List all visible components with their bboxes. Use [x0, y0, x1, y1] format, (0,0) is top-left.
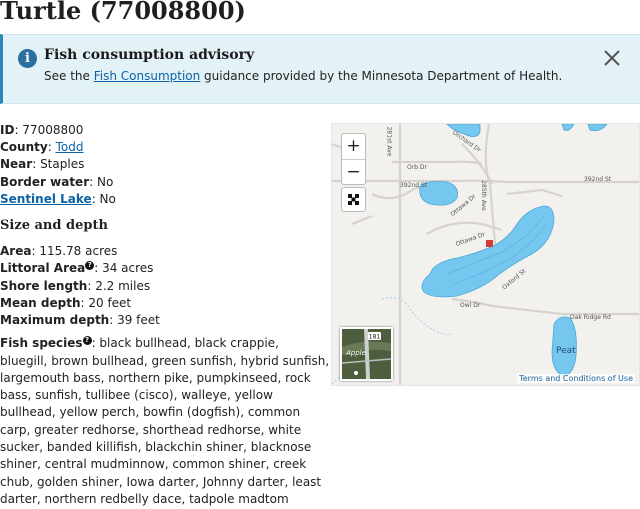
- shore-row: Shore length: 2.2 miles: [0, 278, 151, 293]
- zoom-out-button[interactable]: −: [342, 159, 365, 184]
- fish-consumption-link[interactable]: Fish Consumption: [94, 69, 201, 83]
- map-label-peat: Peat: [556, 346, 576, 356]
- area-row: Area: 115.78 acres: [0, 244, 118, 259]
- zoom-in-button[interactable]: +: [342, 134, 365, 159]
- littoral-value: 34 acres: [102, 261, 154, 276]
- zoom-controls: + −: [341, 133, 366, 185]
- mean-depth-row: Mean depth: 20 feet: [0, 295, 132, 310]
- satellite-thumbnail: 181 Apple: [341, 329, 392, 379]
- fullscreen-icon: [348, 194, 359, 205]
- max-depth-value: 39 feet: [117, 313, 160, 328]
- fish-species-label: Fish species: [0, 336, 83, 351]
- info-icon: i: [18, 49, 37, 68]
- advisory-text-before: See the: [44, 69, 94, 83]
- mean-depth-label: Mean depth: [0, 295, 81, 310]
- border-label: Border water: [0, 174, 90, 189]
- sentinel-lake-link[interactable]: Sentinel Lake: [0, 192, 92, 206]
- satellite-toggle[interactable]: 181 Apple: [340, 327, 393, 381]
- county-label: County: [0, 140, 48, 155]
- fullscreen-button[interactable]: [341, 187, 366, 212]
- shore-value: 2.2 miles: [95, 278, 151, 293]
- littoral-label: Littoral Area: [0, 261, 86, 276]
- border-value: No: [96, 174, 114, 189]
- map-label-285th: 285th Ave: [479, 180, 487, 211]
- help-icon[interactable]: ?: [85, 261, 95, 271]
- sentinel-row: Sentinel Lake: No: [0, 191, 116, 206]
- max-depth-row: Maximum depth: 39 feet: [0, 313, 160, 328]
- map-label-392nd-right: 392nd St: [584, 176, 612, 183]
- map-label-oak-ridge: Oak Ridge Rd: [570, 314, 611, 321]
- road-badge: 181: [369, 334, 381, 341]
- advisory-text-after: guidance provided by the Minnesota Depar…: [200, 69, 563, 83]
- close-icon[interactable]: [602, 48, 622, 68]
- thumb-label: Apple: [345, 349, 366, 357]
- littoral-row: Littoral Area?: 34 acres: [0, 261, 154, 276]
- fish-species: Fish species?: black bullhead, black cra…: [0, 336, 330, 506]
- county-link[interactable]: Todd: [56, 140, 84, 154]
- id-row: ID: 77008800: [0, 123, 84, 137]
- terms-link[interactable]: Terms and Conditions of Use: [517, 374, 635, 383]
- shore-label: Shore length: [0, 278, 88, 293]
- size-depth-heading: Size and depth: [0, 218, 108, 234]
- sentinel-value: No: [99, 191, 116, 206]
- near-row: Near: Staples: [0, 157, 85, 172]
- map-label-orb: Orb Dr: [407, 164, 427, 171]
- border-row: Border water: No: [0, 174, 114, 189]
- advisory-title: Fish consumption advisory: [44, 47, 255, 63]
- page-title: Turtle (77008800): [0, 0, 246, 25]
- county-row: County: Todd: [0, 140, 84, 155]
- near-label: Near: [0, 157, 33, 172]
- map-label-281st: 281st Ave: [385, 126, 393, 157]
- mean-depth-value: 20 feet: [88, 295, 132, 310]
- lake-info: ID: 77008800 County: Todd Near: Staples …: [0, 122, 330, 508]
- map-label-owl: Owl Dr: [460, 302, 481, 309]
- help-icon[interactable]: ?: [82, 336, 92, 346]
- near-value: Staples: [40, 157, 85, 172]
- fish-species-list: black bullhead, black crappie, bluegill,…: [0, 336, 330, 506]
- map-label-392nd-left: 392nd St: [400, 182, 428, 189]
- area-value: 115.78 acres: [39, 244, 118, 259]
- area-label: Area: [0, 244, 32, 259]
- max-depth-label: Maximum depth: [0, 313, 110, 328]
- advisory-text: See the Fish Consumption guidance provid…: [44, 69, 562, 83]
- lake-map[interactable]: Orb Dr Orchard Dr 392nd St 392nd St Otta…: [331, 123, 640, 386]
- id-label: ID: [0, 123, 15, 137]
- id-value: 77008800: [22, 123, 84, 137]
- advisory-banner: i Fish consumption advisory See the Fish…: [0, 34, 640, 104]
- boat-ramp-icon: [486, 240, 493, 247]
